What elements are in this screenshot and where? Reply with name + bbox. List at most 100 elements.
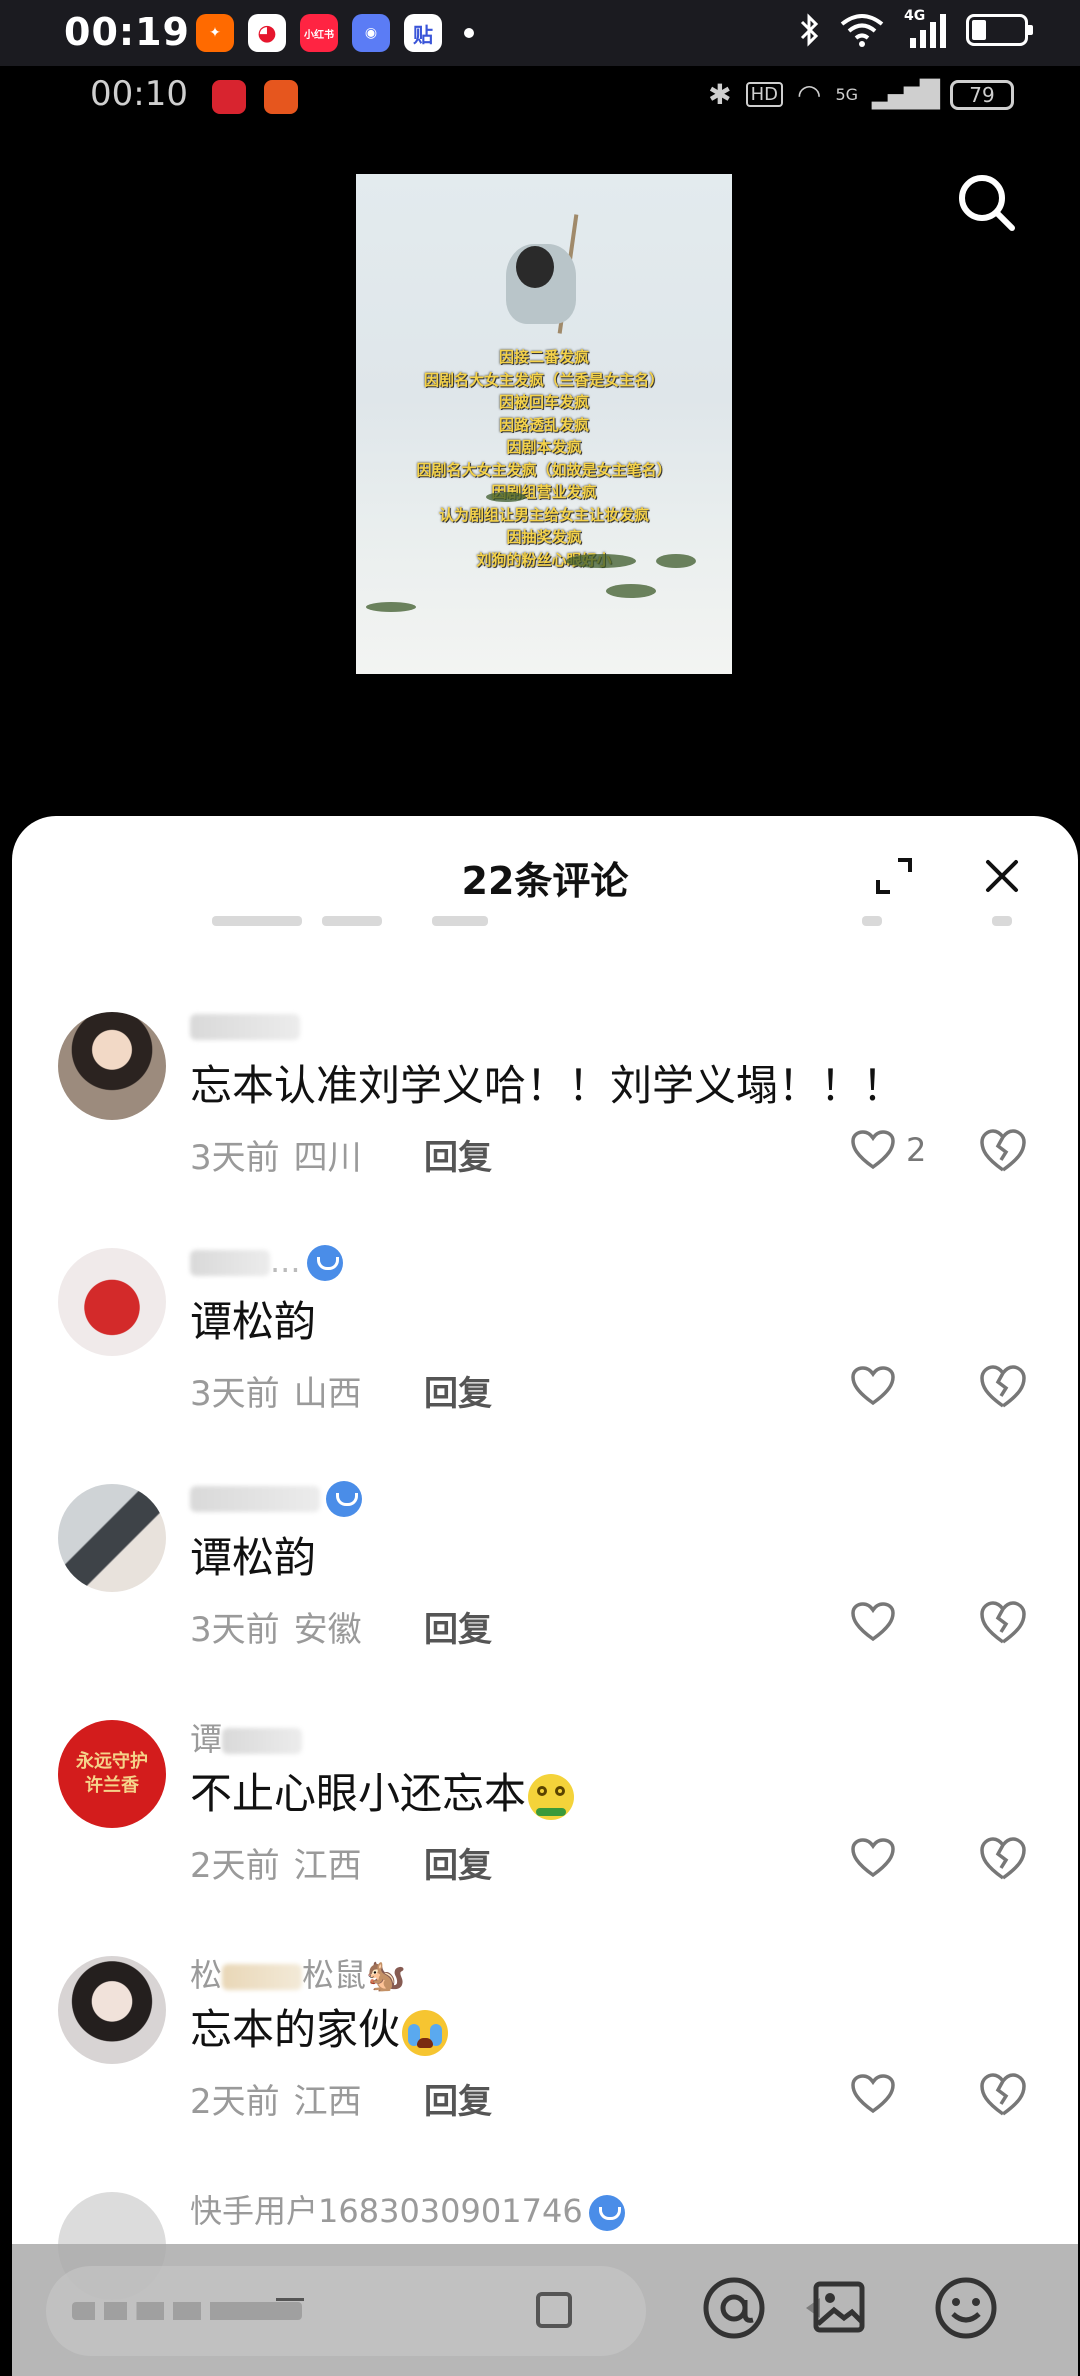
comment-time: 3天前 — [190, 1138, 280, 1178]
poster-grass — [366, 602, 416, 612]
comment-location: 江西 — [293, 1846, 362, 1886]
reply-button[interactable]: 回复 — [424, 1838, 492, 1887]
comment-text: 忘本的家伙 — [190, 1996, 449, 2057]
comment-meta: 2天前 江西 回复 — [190, 2074, 492, 2123]
username[interactable] — [190, 1006, 300, 1044]
like-button[interactable]: 2 — [850, 1126, 926, 1174]
heart-icon — [851, 1130, 895, 1170]
inner-battery: 79 — [950, 79, 1014, 110]
poster-grass — [566, 554, 636, 568]
comment-item[interactable]: ... 谭松韵 3天前 山西 回复 — [12, 1242, 1078, 1484]
heart-icon — [851, 1838, 895, 1878]
comment-time: 2天前 — [190, 1846, 280, 1886]
nav-back-line — [276, 2298, 304, 2324]
like-button[interactable] — [850, 1362, 906, 1410]
avatar[interactable] — [58, 1484, 166, 1592]
comment-text-body: 忘本的家伙 — [190, 2005, 401, 2054]
avatar[interactable] — [58, 1248, 166, 1356]
poster-line: 因剧本发疯 — [506, 438, 582, 456]
broken-heart-icon[interactable] — [978, 2070, 1028, 2118]
reply-button[interactable]: 回复 — [424, 1602, 492, 1651]
avatar[interactable] — [58, 1012, 166, 1120]
reply-button[interactable]: 回复 — [424, 1130, 492, 1179]
reply-button[interactable]: 回复 — [424, 2074, 492, 2123]
broken-heart-icon[interactable] — [978, 1834, 1028, 1882]
broken-heart-icon[interactable] — [978, 1598, 1028, 1646]
heart-icon — [851, 2074, 895, 2114]
redacted-username — [190, 1486, 320, 1512]
tieba-icon: 贴 — [404, 14, 442, 52]
comment-location: 四川 — [293, 1138, 362, 1178]
poster-grass — [486, 492, 526, 502]
weibo-icon: ◕ — [248, 14, 286, 52]
username-prefix: 松 — [190, 1956, 223, 1994]
username[interactable]: 快手用户1683030901746 — [190, 2186, 625, 2232]
username-suffix: ... — [270, 1242, 301, 1280]
status-right: 4G — [798, 8, 1033, 48]
username-suffix: 松鼠🐿️ — [302, 1956, 406, 1994]
like-button[interactable] — [850, 1834, 906, 1882]
like-button[interactable] — [850, 1598, 906, 1646]
comment-location: 江西 — [293, 2082, 362, 2122]
avatar[interactable] — [58, 1956, 166, 2064]
wifi-icon — [840, 14, 884, 47]
at-mention-icon[interactable] — [700, 2274, 768, 2342]
heart-icon — [851, 1366, 895, 1406]
broken-heart-icon[interactable] — [978, 1362, 1028, 1410]
comment-time: 2天前 — [190, 2082, 280, 2122]
poster-line: 因剧组营业发疯 — [491, 483, 597, 501]
like-count: 2 — [906, 1131, 927, 1169]
video-area[interactable]: 因接二番发疯 因剧名大女主发疯（兰香是女主名） 因被回车发疯 因路透乱发疯 因剧… — [0, 126, 1080, 816]
comment-location: 安徽 — [293, 1610, 362, 1650]
poster-figure-head — [516, 246, 554, 288]
comment-text: 不止心眼小还忘本 — [190, 1760, 575, 1821]
username[interactable]: ... — [190, 1242, 343, 1281]
scrolled-comment-remnant — [212, 916, 1012, 932]
bluetooth-icon — [800, 13, 819, 47]
network-type: 4G — [904, 8, 926, 24]
comment-item[interactable]: 永远守护许兰香 谭 不止心眼小还忘本 2天前 江西 回复 — [12, 1720, 1078, 1956]
comment-item[interactable]: 忘本认准刘学义哈！！刘学义塌！！！ 3天前 四川 回复 2 — [12, 1012, 1078, 1248]
dizzy-face-emoji-icon — [528, 1773, 575, 1820]
comment-time: 3天前 — [190, 1374, 280, 1414]
hd-badge: HD — [745, 82, 783, 107]
more-notifications-dot — [464, 28, 474, 38]
comment-item[interactable]: 松 松鼠🐿️ 忘本的家伙 2天前 江西 回复 — [12, 1956, 1078, 2192]
poster-line: 因抽奖发疯 — [506, 528, 582, 546]
username-text: 快手用户1683030901746 — [190, 2192, 583, 2230]
comment-item[interactable]: 谭松韵 3天前 安徽 回复 — [12, 1481, 1078, 1720]
search-icon[interactable] — [954, 170, 1018, 234]
comment-input-bar — [12, 2244, 1078, 2376]
comment-sheet: 22条评论 忘本认准刘学义哈！！刘学义塌！！！ 3天前 四川 回复 2 ... 谭… — [12, 816, 1078, 2376]
verified-badge-icon — [326, 1481, 362, 1517]
image-icon[interactable] — [802, 2274, 870, 2342]
verified-badge-icon — [588, 2195, 625, 2231]
poster-line: 因被回车发疯 — [498, 393, 589, 411]
username[interactable]: 松 松鼠🐿️ — [190, 1950, 406, 1996]
username[interactable]: 谭 — [190, 1714, 303, 1760]
username[interactable] — [190, 1478, 362, 1517]
notification-icons: ✦ ◕ 小红书 ◉ 贴 — [196, 14, 474, 52]
inner-status-bar: 00:10 ✱ HD ◠ 5G ▂▄▆█ 79 — [0, 66, 1080, 126]
broken-heart-icon[interactable] — [978, 1126, 1028, 1174]
expand-icon[interactable] — [872, 854, 916, 898]
close-icon[interactable] — [980, 854, 1024, 898]
inner-wifi-icon: ◠ — [797, 78, 822, 111]
xiaohongshu-mini-icon — [212, 80, 246, 114]
video-poster[interactable]: 因接二番发疯 因剧名大女主发疯（兰香是女主名） 因被回车发疯 因路透乱发疯 因剧… — [356, 174, 732, 674]
status-time: 00:19 — [64, 10, 190, 54]
status-bar: 00:19 ✦ ◕ 小红书 ◉ 贴 4G — [0, 0, 1080, 66]
reply-button[interactable]: 回复 — [424, 1366, 492, 1415]
redacted-username — [190, 1250, 270, 1276]
comment-location: 山西 — [293, 1374, 362, 1414]
poster-line: 认为剧组让男主给女主让妆发疯 — [438, 505, 649, 524]
avatar[interactable]: 永远守护许兰香 — [58, 1720, 166, 1828]
recent-apps-icon[interactable] — [536, 2292, 572, 2328]
heart-icon — [851, 1602, 895, 1642]
comment-count-title: 22条评论 — [461, 859, 629, 903]
emoji-icon[interactable] — [932, 2274, 1000, 2342]
poster-line: 因剧名大女主发疯（如故是女主笔名） — [416, 460, 672, 479]
like-button[interactable] — [850, 2070, 906, 2118]
comment-text-body: 不止心眼小还忘本 — [190, 1769, 527, 1818]
comment-meta: 3天前 四川 回复 — [190, 1130, 492, 1179]
